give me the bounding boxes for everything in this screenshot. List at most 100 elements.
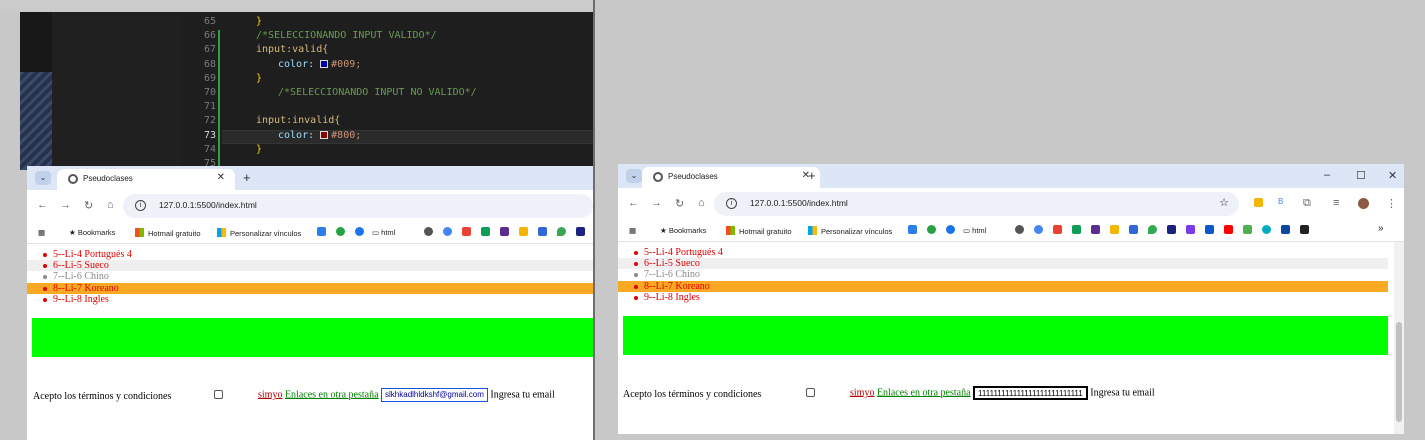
email-field[interactable]: slkhkadlhldkshf@gmail.com [381,388,488,402]
green-box [623,316,1388,355]
gmail-icon[interactable] [1053,225,1062,234]
bookmarks-folder[interactable]: ★ Bookmarks [69,228,115,237]
openai-icon[interactable] [424,227,433,236]
address-bar[interactable]: i 127.0.0.1:5500/index.html [123,194,593,218]
mail-icon[interactable] [500,227,509,236]
bookmark-html-folder[interactable]: ▭ html [372,228,395,237]
bookmark-hotmail[interactable]: Hotmail gratuito [135,228,201,238]
bookmarks-folder[interactable]: ★ Bookmarks [660,226,706,235]
menu-icon[interactable]: ⋮ [1386,197,1397,210]
green-box [32,318,593,357]
bookmark-icon-4[interactable] [1243,225,1252,234]
new-tab-link[interactable]: Enlaces en otra pestaña [877,387,971,398]
terms-label: Acepto los términos y condiciones [33,391,172,402]
simyo-link[interactable]: simyo [850,387,874,398]
maximize-icon[interactable]: ☐ [1356,169,1366,182]
apps-icon[interactable]: ▦ [629,226,636,235]
extension-icon-2[interactable]: B [1278,197,1283,206]
minimize-icon[interactable]: – [1324,169,1330,181]
whatsapp-icon[interactable] [336,227,345,236]
bookmark-personalizar[interactable]: Personalizar vínculos [808,226,892,236]
calendar-icon[interactable] [1129,225,1138,234]
scrollbar-thumb[interactable] [1396,322,1402,422]
profile-avatar[interactable] [1358,198,1369,209]
apps-grid-icon[interactable] [1110,225,1119,234]
bookmark-icon-2[interactable] [1167,225,1176,234]
code-line: } [256,16,263,27]
reload-icon[interactable]: ↻ [84,199,93,212]
list-item: 9--Li-8 Ingles [43,294,132,305]
tab-search-button[interactable]: ⌄ [35,171,51,185]
gemini-icon[interactable] [1034,225,1043,234]
color-swatch-icon[interactable] [320,59,329,68]
bookmark-hotmail[interactable]: Hotmail gratuito [726,226,792,236]
html-label: html [381,228,396,237]
row-highlight-gray [618,258,1388,269]
bookmark-icon-1[interactable] [908,225,917,234]
home-icon[interactable]: ⌂ [107,199,114,211]
bookmark-icon-5[interactable] [1262,225,1271,234]
extension-icon-1[interactable] [1254,198,1263,207]
new-tab-link[interactable]: Enlaces en otra pestaña [285,389,379,400]
bookmark-star-icon[interactable]: ☆ [1219,196,1229,209]
line-number: 67 [203,44,216,56]
gmail-icon[interactable] [462,227,471,236]
email-field[interactable]: 111111111111111111111111111 [973,386,1088,400]
openai-icon[interactable] [1015,225,1024,234]
code-line: color: #009; [278,58,362,70]
messenger-icon[interactable] [355,227,364,236]
new-tab-button[interactable]: + [808,168,816,183]
messenger-icon[interactable] [946,225,955,234]
back-icon[interactable]: ← [37,199,48,211]
drive-icon[interactable] [481,227,490,236]
home-icon[interactable]: ⌂ [698,197,705,209]
html-label: html [972,226,987,235]
apps-icon[interactable]: ▦ [38,228,45,237]
bookmark-personalizar[interactable]: Personalizar vínculos [217,228,301,238]
terms-checkbox[interactable] [214,390,223,399]
maps-icon[interactable] [557,227,566,236]
reading-list-icon[interactable]: ≡ [1333,197,1339,209]
line-number: 68 [203,58,216,70]
terms-checkbox[interactable] [806,388,815,397]
bookmark-icon-3[interactable] [1186,225,1195,234]
tab-strip: ⌄ Pseudoclases ✕ + [27,166,593,190]
tab-pseudoclases[interactable]: Pseudoclases ✕ [57,169,235,190]
more-bookmarks-icon[interactable]: » [1378,223,1384,234]
bookmark-icon-1[interactable] [317,227,326,236]
address-bar[interactable]: i 127.0.0.1:5500/index.html ☆ [714,192,1239,216]
close-window-icon[interactable]: ✕ [1388,169,1397,182]
page-scrollbar[interactable] [1394,242,1404,434]
site-info-icon[interactable]: i [726,198,737,209]
forward-icon[interactable]: → [60,199,71,211]
calendar-icon[interactable] [538,227,547,236]
apps-grid-icon[interactable] [519,227,528,236]
line-number: 72 [203,115,216,127]
bookmark-icon-2[interactable] [576,227,585,236]
tab-pseudoclases[interactable]: Pseudoclases ✕ [642,167,820,188]
whatsapp-icon[interactable] [927,225,936,234]
reload-icon[interactable]: ↻ [675,197,684,210]
forward-icon[interactable]: → [651,197,662,209]
personalizar-label: Personalizar vínculos [230,229,302,238]
bookmark-html-folder[interactable]: ▭ html [963,226,986,235]
site-info-icon[interactable]: i [135,200,146,211]
extensions-icon[interactable]: ⧉ [1303,197,1311,210]
back-icon[interactable]: ← [628,197,639,209]
tab-search-button[interactable]: ⌄ [626,169,642,183]
close-tab-icon[interactable]: ✕ [217,172,225,183]
new-tab-button[interactable]: + [243,170,251,185]
youtube-icon[interactable] [1224,225,1233,234]
gemini-icon[interactable] [443,227,452,236]
bookmark-icon-7[interactable] [1300,225,1309,234]
right-browser-window: ⌄ Pseudoclases ✕ + – ☐ ✕ ← → ↻ ⌂ i 127.0… [618,164,1404,434]
bookmark-icon-6[interactable] [1281,225,1290,234]
paypal-icon[interactable] [1205,225,1214,234]
editor-area[interactable]: 65} 66 /*SELECCIONANDO INPUT VALIDO*/ 67 inp… [182,12,593,170]
maps-icon[interactable] [1148,225,1157,234]
simyo-link[interactable]: simyo [258,389,282,400]
drive-icon[interactable] [1072,225,1081,234]
desktop-background [0,0,595,12]
mail-icon[interactable] [1091,225,1100,234]
color-swatch-icon[interactable] [320,130,329,139]
